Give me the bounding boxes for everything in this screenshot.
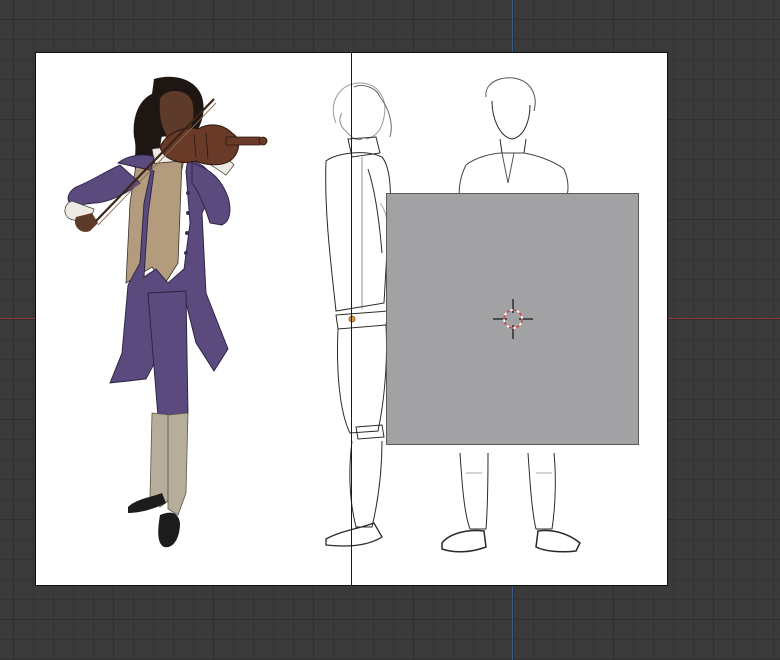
side-view-sketch-icon bbox=[325, 82, 392, 547]
violinist-illustration-icon bbox=[64, 76, 268, 548]
reference-line bbox=[351, 53, 352, 585]
3d-cursor-icon[interactable] bbox=[493, 299, 533, 339]
